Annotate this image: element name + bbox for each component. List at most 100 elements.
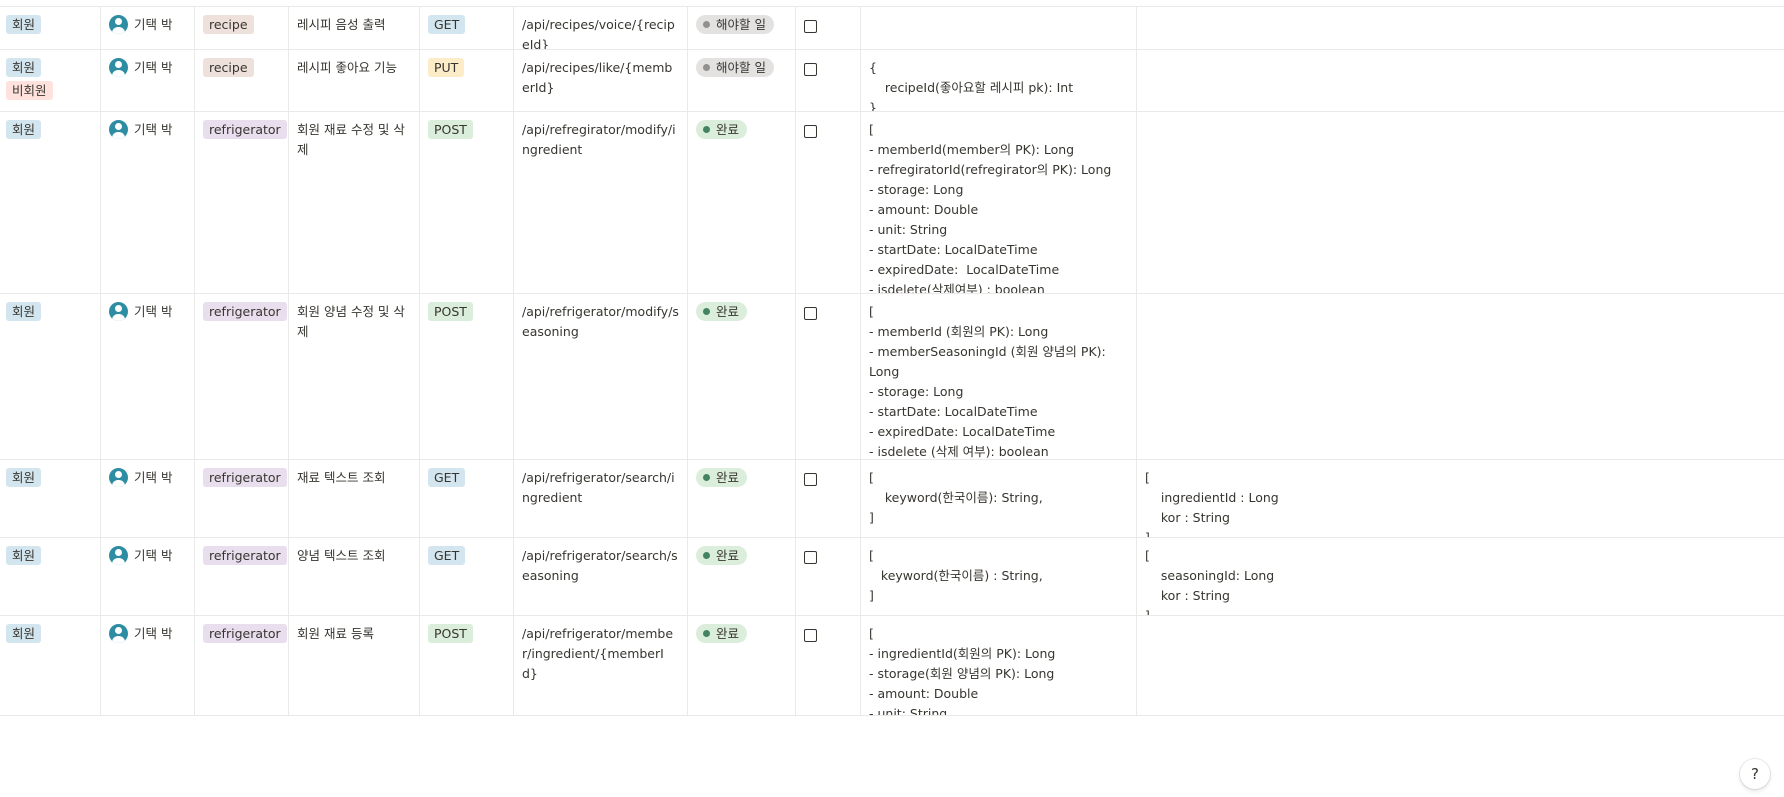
cell-method[interactable]: PUT bbox=[420, 50, 514, 111]
cell-title[interactable]: 회원 재료 수정 및 삭제 bbox=[289, 112, 420, 293]
cell-response[interactable] bbox=[1137, 112, 1784, 293]
cell-status[interactable]: 해야할 일 bbox=[688, 7, 796, 49]
cell-request[interactable]: [ keyword(한국이름): String, ] bbox=[861, 460, 1137, 537]
cell-checkbox bbox=[796, 50, 861, 111]
response-body: [ seasoningId: Long kor : String ] bbox=[1145, 548, 1275, 615]
cell-title[interactable]: 회원 재료 등록 bbox=[289, 616, 420, 715]
checkbox[interactable] bbox=[804, 307, 817, 320]
cell-response[interactable] bbox=[1137, 7, 1784, 49]
cell-request[interactable]: [ - ingredientId(회원의 PK): Long - storage… bbox=[861, 616, 1137, 715]
cell-checkbox bbox=[796, 616, 861, 715]
cell-title[interactable]: 레시피 음성 출력 bbox=[289, 7, 420, 49]
cell-endpoint[interactable]: /api/recipes/voice/{recipeId} bbox=[514, 7, 688, 49]
cell-title[interactable]: 레시피 좋아요 기능 bbox=[289, 50, 420, 111]
table-row[interactable]: 회원 기택 박 recipe 레시피 음성 출력 GET/api/recipes/voi… bbox=[0, 7, 1784, 50]
cell-method[interactable]: POST bbox=[420, 294, 514, 459]
endpoint-url: /api/refrigerator/modify/seasoning bbox=[522, 304, 679, 339]
cell-response[interactable] bbox=[1137, 50, 1784, 111]
checkbox[interactable] bbox=[804, 551, 817, 564]
cell-request[interactable]: [ keyword(한국이름) : String, ] bbox=[861, 538, 1137, 615]
cell-method[interactable]: POST bbox=[420, 616, 514, 715]
checkbox[interactable] bbox=[804, 473, 817, 486]
cell-assignee[interactable]: 기택 박 bbox=[101, 7, 195, 49]
status-badge: 완료 bbox=[696, 546, 748, 565]
cell-assignee[interactable]: 기택 박 bbox=[101, 460, 195, 537]
cell-category[interactable]: refrigerator bbox=[195, 538, 289, 615]
cell-assignee[interactable]: 기택 박 bbox=[101, 112, 195, 293]
checkbox[interactable] bbox=[804, 629, 817, 642]
cell-title[interactable]: 회원 양념 수정 및 삭제 bbox=[289, 294, 420, 459]
cell-endpoint[interactable]: /api/recipes/like/{memberId} bbox=[514, 50, 688, 111]
table-row[interactable]: 회원 비회원 기택 박 recipe 레시피 좋아요 기능 PUT/api/recipes… bbox=[0, 50, 1784, 112]
cell-endpoint[interactable]: /api/refregirator/modify/ingredient bbox=[514, 112, 688, 293]
cell-method[interactable]: GET bbox=[420, 538, 514, 615]
cell-status[interactable]: 완료 bbox=[688, 538, 796, 615]
cell-request[interactable] bbox=[861, 7, 1137, 49]
cell-title[interactable]: 재료 텍스트 조회 bbox=[289, 460, 420, 537]
cell-member-type[interactable]: 회원 bbox=[0, 294, 101, 459]
status-label: 완료 bbox=[716, 122, 740, 137]
cell-method[interactable]: GET bbox=[420, 7, 514, 49]
status-dot-icon bbox=[703, 64, 710, 71]
cell-endpoint[interactable]: /api/refrigerator/modify/seasoning bbox=[514, 294, 688, 459]
cell-assignee[interactable]: 기택 박 bbox=[101, 294, 195, 459]
cell-member-type[interactable]: 회원 bbox=[0, 538, 101, 615]
cell-assignee[interactable]: 기택 박 bbox=[101, 538, 195, 615]
cell-endpoint[interactable]: /api/refrigerator/search/ingredient bbox=[514, 460, 688, 537]
request-body: [ keyword(한국이름) : String, ] bbox=[869, 548, 1043, 603]
cell-category[interactable]: refrigerator bbox=[195, 112, 289, 293]
cell-category[interactable]: refrigerator bbox=[195, 294, 289, 459]
cell-response[interactable] bbox=[1137, 616, 1784, 715]
request-body: [ - ingredientId(회원의 PK): Long - storage… bbox=[869, 626, 1056, 715]
cell-category[interactable]: recipe bbox=[195, 7, 289, 49]
cell-category[interactable]: recipe bbox=[195, 50, 289, 111]
cell-status[interactable]: 완료 bbox=[688, 294, 796, 459]
category-tag: refrigerator bbox=[203, 546, 287, 565]
checkbox[interactable] bbox=[804, 20, 817, 33]
table-row[interactable]: 회원 기택 박 refrigerator 재료 텍스트 조회 GET/api/refri… bbox=[0, 460, 1784, 538]
cell-method[interactable]: GET bbox=[420, 460, 514, 537]
assignee: 기택 박 bbox=[109, 468, 186, 487]
cell-endpoint[interactable]: /api/refrigerator/member/ingredient/{mem… bbox=[514, 616, 688, 715]
cell-member-type[interactable]: 회원 bbox=[0, 112, 101, 293]
table-top-border bbox=[0, 0, 1784, 7]
cell-category[interactable]: refrigerator bbox=[195, 616, 289, 715]
feature-title: 회원 재료 등록 bbox=[297, 626, 374, 641]
cell-member-type[interactable]: 회원 bbox=[0, 616, 101, 715]
cell-request[interactable]: [ - memberId (회원의 PK): Long - memberSeas… bbox=[861, 294, 1137, 459]
response-body: [ ingredientId : Long kor : String ] bbox=[1145, 470, 1279, 537]
cell-request[interactable]: [ - memberId(member의 PK): Long - refregi… bbox=[861, 112, 1137, 293]
table-row[interactable]: 회원 기택 박 refrigerator 회원 재료 수정 및 삭제 POST/api/… bbox=[0, 112, 1784, 294]
cell-title[interactable]: 양념 텍스트 조회 bbox=[289, 538, 420, 615]
cell-status[interactable]: 완료 bbox=[688, 616, 796, 715]
cell-assignee[interactable]: 기택 박 bbox=[101, 50, 195, 111]
checkbox[interactable] bbox=[804, 63, 817, 76]
feature-title: 회원 재료 수정 및 삭제 bbox=[297, 122, 405, 157]
table-row[interactable]: 회원 기택 박 refrigerator 회원 양념 수정 및 삭제 POST/api/… bbox=[0, 294, 1784, 460]
status-dot-icon bbox=[703, 21, 710, 28]
cell-method[interactable]: POST bbox=[420, 112, 514, 293]
assignee: 기택 박 bbox=[109, 15, 186, 34]
cell-category[interactable]: refrigerator bbox=[195, 460, 289, 537]
cell-member-type[interactable]: 회원 비회원 bbox=[0, 50, 101, 111]
status-label: 해야할 일 bbox=[716, 17, 766, 32]
cell-status[interactable]: 완료 bbox=[688, 460, 796, 537]
cell-member-type[interactable]: 회원 bbox=[0, 7, 101, 49]
status-badge: 완료 bbox=[696, 302, 748, 321]
cell-request[interactable]: { recipeId(좋아요할 레시피 pk): Int } bbox=[861, 50, 1137, 111]
cell-response[interactable]: [ seasoningId: Long kor : String ] bbox=[1137, 538, 1784, 615]
table-row[interactable]: 회원 기택 박 refrigerator 양념 텍스트 조회 GET/api/refri… bbox=[0, 538, 1784, 616]
cell-assignee[interactable]: 기택 박 bbox=[101, 616, 195, 715]
endpoint-url: /api/refrigerator/member/ingredient/{mem… bbox=[522, 626, 674, 681]
cell-status[interactable]: 해야할 일 bbox=[688, 50, 796, 111]
cell-response[interactable]: [ ingredientId : Long kor : String ] bbox=[1137, 460, 1784, 537]
cell-response[interactable] bbox=[1137, 294, 1784, 459]
assignee-name: 기택 박 bbox=[134, 304, 173, 319]
checkbox[interactable] bbox=[804, 125, 817, 138]
cell-member-type[interactable]: 회원 bbox=[0, 460, 101, 537]
table-row[interactable]: 회원 기택 박 refrigerator 회원 재료 등록 POST/api/refri… bbox=[0, 616, 1784, 716]
cell-status[interactable]: 완료 bbox=[688, 112, 796, 293]
help-button[interactable]: ? bbox=[1740, 759, 1770, 789]
cell-endpoint[interactable]: /api/refrigerator/search/seasoning bbox=[514, 538, 688, 615]
endpoint-url: /api/refrigerator/search/ingredient bbox=[522, 470, 675, 505]
